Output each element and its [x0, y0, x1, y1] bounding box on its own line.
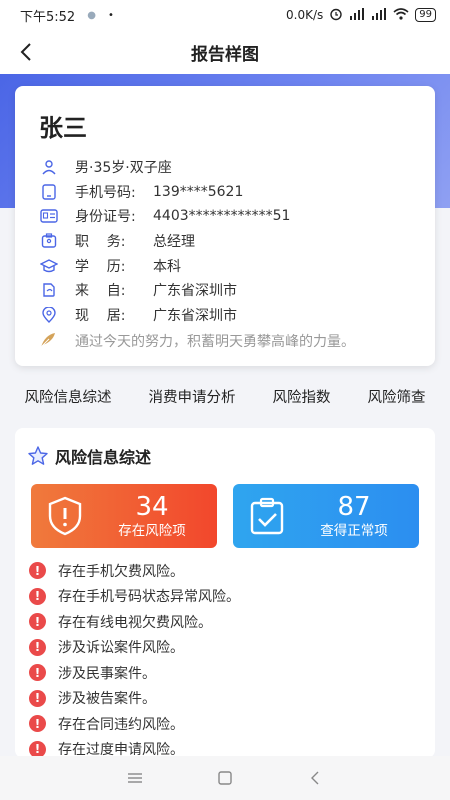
star-icon — [27, 445, 49, 467]
system-nav-bar — [0, 756, 450, 800]
list-item: ! 涉及被告案件。 — [29, 686, 429, 712]
list-item: ! 存在手机号码状态异常风险。 — [29, 584, 429, 610]
info-label: 职 务: — [75, 234, 126, 251]
section-title: 风险信息综述 — [55, 448, 152, 467]
alert-icon: ! — [29, 613, 46, 631]
risk-summary-card: 风险信息综述 34 存在风险项 87 查得正常项 ! 存在手机欠费风险。 ! 存在手… — [15, 428, 435, 758]
chevron-left-icon — [311, 771, 319, 785]
risk-item-text: 存在手机欠费风险。 — [58, 563, 184, 580]
notification-dot-icon: ● — [87, 9, 96, 21]
list-item: ! 存在有线电视欠费风险。 — [29, 609, 429, 635]
menu-icon — [128, 773, 142, 783]
phone-icon — [39, 182, 59, 202]
profile-name: 张三 — [39, 114, 87, 142]
slogan-text: 通过今天的努力，积蓄明天勇攀高峰的力量。 — [75, 334, 355, 351]
info-value: 男·35岁·双子座 — [75, 160, 172, 177]
info-label: 手机号码: — [75, 184, 136, 201]
alarm-icon — [329, 7, 343, 24]
tab-risk-screening[interactable]: 风险筛查 — [368, 386, 426, 407]
info-row-phone: 手机号码: 139****5621 — [39, 180, 413, 205]
system-back-button[interactable] — [303, 766, 327, 790]
section-tabs: 风险信息综述 消费申请分析 风险指数 风险筛查 — [0, 380, 450, 412]
alert-icon: ! — [29, 562, 46, 580]
id-card-icon — [39, 206, 59, 226]
list-item: ! 存在手机欠费风险。 — [29, 558, 429, 584]
info-value: 139****5621 — [153, 183, 244, 200]
location-icon — [39, 305, 59, 325]
list-item: ! 存在合同违约风险。 — [29, 711, 429, 737]
risk-item-text: 涉及民事案件。 — [58, 665, 156, 682]
risk-count-card[interactable]: 34 存在风险项 — [31, 484, 217, 548]
slogan: 通过今天的努力，积蓄明天勇攀高峰的力量。 — [39, 329, 413, 353]
back-button[interactable] — [12, 38, 40, 66]
tab-risk-index[interactable]: 风险指数 — [273, 386, 331, 407]
info-label: 现 居: — [75, 307, 126, 324]
risk-list: ! 存在手机欠费风险。 ! 存在手机号码状态异常风险。 ! 存在有线电视欠费风险。 !… — [29, 558, 429, 758]
normal-label: 查得正常项 — [320, 523, 388, 539]
info-label: 学 历: — [75, 258, 126, 275]
shield-alert-icon — [43, 494, 87, 538]
list-item: ! 涉及民事案件。 — [29, 660, 429, 686]
page-title: 报告样图 — [191, 44, 259, 65]
education-icon — [39, 256, 59, 276]
alert-icon: ! — [29, 587, 46, 605]
alert-icon: ! — [29, 638, 46, 656]
info-value: 本科 — [153, 258, 181, 275]
list-item: ! 涉及诉讼案件风险。 — [29, 635, 429, 661]
profile-card: 张三 男·35岁·双子座 手机号码: 139****5621 身份证号: 440… — [15, 86, 435, 366]
list-item: ! 存在过度申请风险。 — [29, 737, 429, 758]
status-time: 下午5:52 — [20, 9, 76, 25]
signal-icon — [371, 7, 387, 23]
info-row-residence: 现 居: 广东省深圳市 — [39, 303, 413, 328]
home-square-icon — [218, 771, 232, 785]
wifi-icon — [393, 7, 409, 23]
notification-dot-icon: • — [107, 9, 114, 21]
risk-item-text: 存在合同违约风险。 — [58, 716, 184, 733]
nav-bar: 报告样图 — [0, 30, 450, 74]
network-speed: 0.0K/s — [286, 8, 324, 22]
normal-count-card[interactable]: 87 查得正常项 — [233, 484, 419, 548]
origin-icon — [39, 280, 59, 300]
feather-icon — [39, 331, 59, 351]
normal-count: 87 — [337, 492, 371, 522]
info-value: 总经理 — [153, 234, 195, 251]
info-value: 4403************51 — [153, 208, 291, 225]
badge-icon — [39, 231, 59, 251]
battery-icon: 99 — [415, 8, 436, 22]
info-value: 广东省深圳市 — [153, 283, 237, 300]
tab-risk-summary[interactable]: 风险信息综述 — [25, 386, 112, 407]
info-row-education: 学 历: 本科 — [39, 253, 413, 278]
alert-icon: ! — [29, 664, 46, 682]
status-bar: 下午5:52 ● • 0.0K/s 99 — [0, 0, 450, 30]
user-icon — [39, 157, 59, 177]
info-row-id: 身份证号: 4403************51 — [39, 204, 413, 229]
clipboard-check-icon — [245, 494, 289, 538]
info-label: 来 自: — [75, 283, 126, 300]
tab-consumption-analysis[interactable]: 消费申请分析 — [149, 386, 236, 407]
menu-button[interactable] — [123, 766, 147, 790]
alert-icon: ! — [29, 689, 46, 707]
risk-item-text: 存在有线电视欠费风险。 — [58, 614, 212, 631]
risk-item-text: 涉及诉讼案件风险。 — [58, 640, 184, 657]
risk-item-text: 涉及被告案件。 — [58, 691, 156, 708]
info-value: 广东省深圳市 — [153, 307, 237, 324]
risk-count: 34 — [135, 492, 169, 522]
home-button[interactable] — [213, 766, 237, 790]
info-row-position: 职 务: 总经理 — [39, 229, 413, 254]
chevron-left-icon — [20, 43, 31, 61]
info-row-origin: 来 自: 广东省深圳市 — [39, 278, 413, 303]
info-label: 身份证号: — [75, 209, 136, 226]
section-header: 风险信息综述 — [15, 428, 435, 470]
info-row-basic: 男·35岁·双子座 — [39, 155, 413, 180]
alert-icon: ! — [29, 715, 46, 733]
risk-label: 存在风险项 — [118, 523, 186, 539]
risk-item-text: 存在手机号码状态异常风险。 — [58, 589, 240, 606]
signal-icon — [349, 7, 365, 23]
